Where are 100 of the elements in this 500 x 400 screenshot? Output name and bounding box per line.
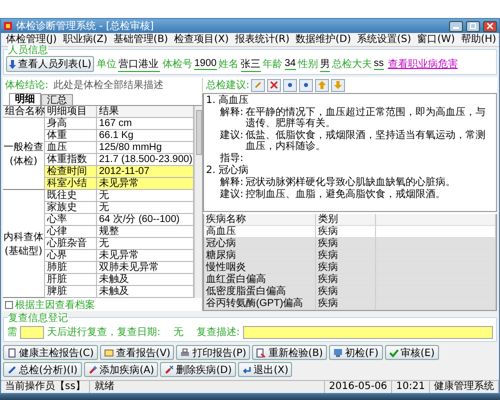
tab[interactable]: 明细 bbox=[9, 93, 41, 105]
table-cell[interactable]: 谷丙转氨酶(GPT)偏高 bbox=[204, 298, 316, 310]
return-arrow-icon bbox=[242, 364, 252, 374]
action-button[interactable]: 打印报告(P) bbox=[176, 345, 250, 360]
close-icon bbox=[270, 81, 278, 89]
action-button[interactable]: 总检(分析)(I) bbox=[3, 362, 82, 377]
table-cell: 21.7 (18.500-23.900) bbox=[97, 154, 194, 166]
table-cell[interactable]: 疾病 bbox=[316, 298, 376, 310]
dot-icon bbox=[288, 83, 292, 87]
table-cell: 无 bbox=[97, 190, 194, 202]
table-cell: 体重 bbox=[45, 130, 97, 142]
table-cell[interactable]: 疾病 bbox=[316, 274, 376, 286]
table-cell[interactable]: 糖尿病 bbox=[204, 250, 316, 262]
menu-item[interactable]: 窗口(W) bbox=[414, 33, 458, 46]
table-cell[interactable] bbox=[376, 298, 496, 310]
menu-item[interactable]: 帮助(H) bbox=[458, 33, 500, 46]
field-value: 男 bbox=[320, 56, 330, 72]
table-cell: 未触及 bbox=[97, 274, 194, 286]
action-button[interactable]: 查看报告(V) bbox=[100, 345, 174, 360]
table-cell: 无 bbox=[97, 202, 194, 214]
table-cell: 科室小结 bbox=[45, 178, 97, 190]
menu-item[interactable]: 职业病(Z) bbox=[60, 33, 110, 46]
table-cell: 125/80 mmHg bbox=[97, 142, 194, 154]
date-status: 2016-05-06 bbox=[325, 381, 392, 393]
field-label: 体检号 bbox=[162, 58, 192, 71]
section-label: 建议: bbox=[220, 130, 244, 143]
maximize-icon bbox=[470, 23, 476, 29]
group-title: 人员信息 bbox=[8, 46, 48, 56]
menu-item[interactable]: 报表统计(R) bbox=[232, 33, 293, 46]
monitor-icon bbox=[332, 348, 343, 358]
up-arrow-icon bbox=[318, 81, 326, 89]
table-cell[interactable] bbox=[376, 226, 496, 238]
description-label: 复查描述: bbox=[196, 326, 240, 339]
menu-item[interactable]: 基础管理(B) bbox=[110, 33, 172, 46]
table-cell[interactable]: 慢性咽炎 bbox=[204, 262, 316, 274]
section-text: 低盐、低脂饮食，戒烟限酒，坚持适当有氧运动，常测血压，内科随诊。 bbox=[245, 130, 486, 152]
table-cell: 肝脏 bbox=[45, 274, 97, 286]
table-cell[interactable] bbox=[376, 238, 496, 250]
action-button[interactable]: 健康主检报告(C) bbox=[3, 345, 98, 360]
group-title: 复查信息登记 bbox=[8, 314, 68, 324]
table-cell: 未触及 bbox=[97, 286, 194, 298]
action-button[interactable]: 初检(F) bbox=[328, 345, 383, 360]
delete-tool-button[interactable] bbox=[267, 78, 282, 92]
menu-item[interactable]: 检查项目(X) bbox=[171, 33, 232, 46]
table-cell: 血压 bbox=[45, 142, 97, 154]
dot-tool-button[interactable] bbox=[299, 78, 314, 92]
menu-item[interactable]: 数据维护(D) bbox=[292, 33, 354, 46]
table-cell[interactable]: 冠心病 bbox=[204, 238, 316, 250]
edit-tool-button[interactable] bbox=[251, 78, 266, 92]
scrollbar[interactable] bbox=[194, 106, 202, 298]
action-button[interactable]: 退出(X) bbox=[238, 362, 292, 377]
app-status: 健康管理系统 bbox=[430, 381, 499, 393]
table-cell: 肺脏 bbox=[45, 262, 97, 274]
advice-label: 总检建议: bbox=[206, 78, 250, 92]
table-cell: 无 bbox=[97, 238, 194, 250]
field-value: 营口港业 bbox=[118, 56, 160, 72]
table-cell: 身高 bbox=[45, 118, 97, 130]
close-button[interactable] bbox=[483, 20, 497, 32]
section-text: 冠状动脉粥样硬化导致心肌缺血缺氧的心脏病。 bbox=[245, 177, 456, 188]
table-cell[interactable]: 疾病 bbox=[316, 286, 376, 298]
action-button[interactable]: 添加疾病(A) bbox=[84, 362, 158, 377]
table-cell[interactable]: 疾病 bbox=[316, 238, 376, 250]
menu-item[interactable]: 体检管理(J) bbox=[3, 33, 60, 46]
table-cell: 脾脏 bbox=[45, 286, 97, 298]
person-list-button[interactable]: 查看人员列表(L) bbox=[6, 56, 94, 72]
table-cell[interactable]: 疾病 bbox=[316, 226, 376, 238]
action-button[interactable]: 审核(E) bbox=[384, 345, 439, 360]
recheck-date: 无 bbox=[173, 326, 184, 339]
field-value: 张三 bbox=[240, 56, 261, 72]
table-cell[interactable]: 疾病 bbox=[316, 262, 376, 274]
description-field[interactable] bbox=[242, 326, 493, 338]
table-cell: 规整 bbox=[97, 226, 194, 238]
minimize-button[interactable] bbox=[449, 20, 463, 32]
printer-icon bbox=[180, 348, 190, 358]
maximize-button[interactable] bbox=[466, 20, 480, 32]
table-cell: 167 cm bbox=[97, 118, 194, 130]
hazard-link[interactable]: 查看职业病危害 bbox=[388, 57, 458, 71]
table-cell: 既往史 bbox=[45, 190, 97, 202]
table-cell[interactable]: 疾病 bbox=[316, 250, 376, 262]
image-icon bbox=[104, 348, 114, 358]
table-cell[interactable]: 低密度脂蛋白偏高 bbox=[204, 286, 316, 298]
days-spinner[interactable] bbox=[20, 326, 44, 338]
table-cell: 66.1 Kg bbox=[97, 130, 194, 142]
dot-tool-button[interactable] bbox=[283, 78, 298, 92]
table-cell: 双肺未见异常 bbox=[97, 262, 194, 274]
menu-item[interactable]: 系统设置(S) bbox=[354, 33, 414, 46]
table-cell[interactable]: 血红蛋白偏高 bbox=[204, 274, 316, 286]
window-title: 体检诊断管理系统 - [总检审核] bbox=[16, 20, 155, 32]
action-button[interactable]: 重新检验(B) bbox=[252, 345, 327, 360]
tab[interactable]: 汇总 bbox=[41, 94, 73, 105]
table-cell[interactable]: 高血压 bbox=[204, 226, 316, 238]
recheck-prefix: 需 bbox=[7, 326, 17, 339]
table-cell: 检查时间 bbox=[45, 166, 97, 178]
section-label: 指导: bbox=[220, 153, 244, 164]
action-button[interactable]: 删除疾病(D) bbox=[160, 362, 236, 377]
state-status: 就绪 bbox=[90, 381, 326, 393]
table-cell: 心律 bbox=[45, 226, 97, 238]
move-down-button[interactable] bbox=[331, 78, 346, 92]
app-icon bbox=[3, 21, 13, 31]
advice-text-area[interactable]: 1. 高血压 解释: 在平静的情况下，血压超过正常范围，即为高血压，与遗传、肥胖等有关。 建议: 低盐、低脂饮食，戒烟限酒，坚持适当有氧运动，常测血压，内科随诊。 指导: 2. 冠心病 解释: 冠状动脉粥样硬化导致心肌缺血缺氧的心脏病。 建议: 控制血压、血脂，避免高脂饮食，戒烟限酒。 bbox=[203, 93, 497, 212]
